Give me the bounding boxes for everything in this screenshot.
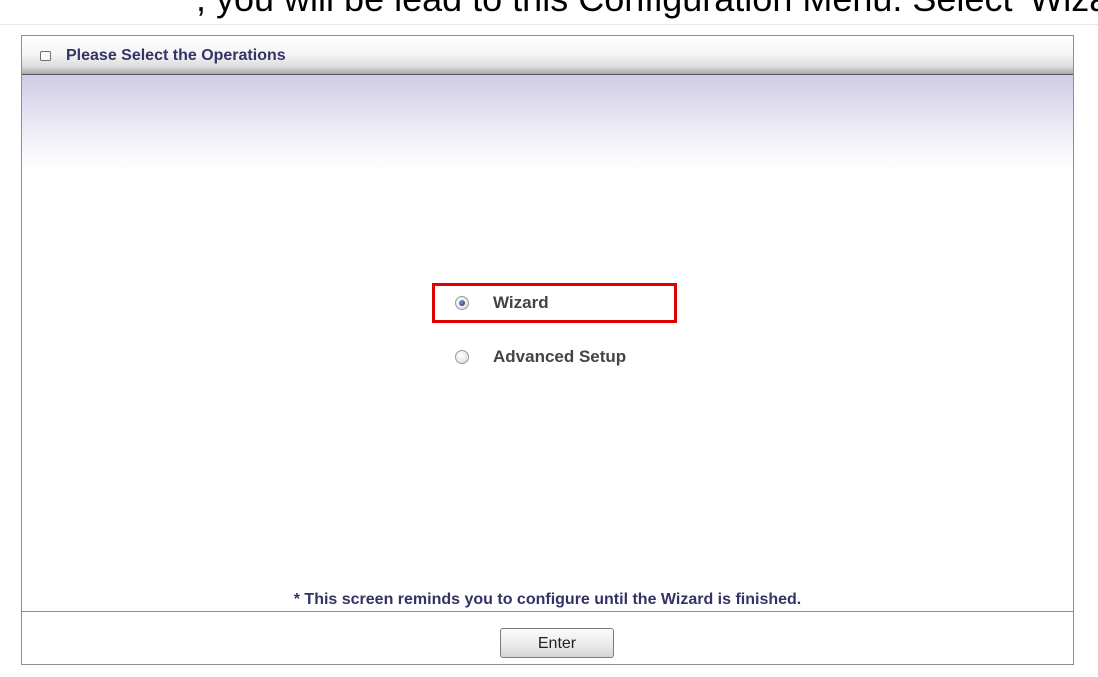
wizard-reminder-note: * This screen reminds you to configure u… bbox=[293, 591, 802, 608]
operations-panel: Please Select the Operations Wizard Adva… bbox=[21, 35, 1074, 665]
enter-button[interactable]: Enter bbox=[500, 628, 614, 658]
option-wizard[interactable]: Wizard bbox=[455, 291, 549, 315]
option-advanced-setup[interactable]: Advanced Setup bbox=[455, 345, 626, 369]
top-caption-text: , you will be lead to this Configuration… bbox=[196, 0, 1098, 20]
panel-header: Please Select the Operations bbox=[22, 36, 1073, 75]
wizard-label: Wizard bbox=[493, 293, 549, 312]
wizard-radio[interactable] bbox=[455, 296, 469, 310]
square-bullet-icon bbox=[40, 51, 51, 61]
panel-title: Please Select the Operations bbox=[66, 47, 286, 64]
advanced-setup-label: Advanced Setup bbox=[493, 347, 627, 366]
top-divider bbox=[0, 24, 1098, 25]
top-caption-fragment: , you will be lead to this Configuration… bbox=[0, 0, 1098, 22]
header-gradient-band bbox=[22, 75, 1073, 172]
footer-divider bbox=[22, 611, 1073, 612]
advanced-setup-radio[interactable] bbox=[455, 350, 469, 364]
